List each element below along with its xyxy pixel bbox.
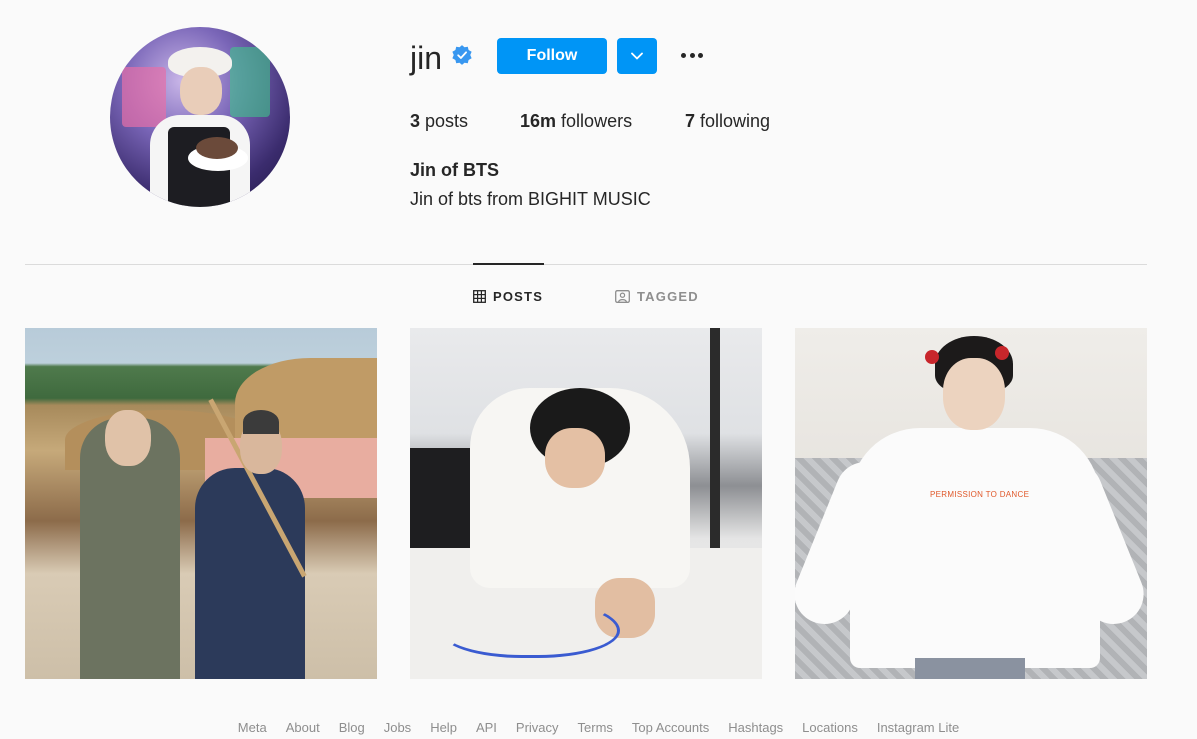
- tab-tagged[interactable]: TAGGED: [615, 289, 699, 304]
- footer-link-terms[interactable]: Terms: [578, 720, 613, 735]
- following-link[interactable]: 7 following: [685, 110, 770, 132]
- tagged-icon: [615, 290, 630, 303]
- more-dots-icon: [681, 53, 686, 58]
- tabs-divider: [25, 264, 1147, 265]
- post-thumbnail-3[interactable]: PERMISSION TO DANCE: [795, 328, 1147, 679]
- footer-link-about[interactable]: About: [286, 720, 320, 735]
- suggested-accounts-dropdown-button[interactable]: [617, 38, 657, 74]
- footer-links: Meta About Blog Jobs Help API Privacy Te…: [0, 720, 1197, 735]
- post-thumbnail-1[interactable]: [25, 328, 377, 679]
- footer-link-locations[interactable]: Locations: [802, 720, 858, 735]
- posts-count-stat: 3 posts: [410, 111, 469, 131]
- footer-link-instagram-lite[interactable]: Instagram Lite: [877, 720, 959, 735]
- footer-link-top-accounts[interactable]: Top Accounts: [632, 720, 709, 735]
- footer-link-privacy[interactable]: Privacy: [516, 720, 559, 735]
- profile-avatar[interactable]: [110, 27, 290, 207]
- grid-icon: [473, 290, 486, 303]
- footer-link-api[interactable]: API: [476, 720, 497, 735]
- footer-link-help[interactable]: Help: [430, 720, 457, 735]
- profile-username: jin: [410, 40, 443, 76]
- followers-link[interactable]: 16m followers: [520, 110, 632, 132]
- verified-badge-icon: [452, 45, 472, 65]
- follow-button[interactable]: Follow: [497, 38, 607, 74]
- tab-posts[interactable]: POSTS: [473, 289, 543, 304]
- footer-link-meta[interactable]: Meta: [238, 720, 267, 735]
- footer-link-hashtags[interactable]: Hashtags: [728, 720, 783, 735]
- chevron-down-icon: [631, 52, 643, 60]
- active-tab-indicator: [473, 263, 544, 265]
- footer-link-blog[interactable]: Blog: [339, 720, 365, 735]
- profile-full-name: Jin of BTS: [410, 160, 499, 180]
- post-thumbnail-2[interactable]: [410, 328, 762, 679]
- footer-link-jobs[interactable]: Jobs: [384, 720, 411, 735]
- more-options-button[interactable]: [676, 44, 708, 66]
- shirt-print-text: PERMISSION TO DANCE: [930, 490, 1030, 499]
- profile-bio: Jin of bts from BIGHIT MUSIC: [410, 189, 651, 209]
